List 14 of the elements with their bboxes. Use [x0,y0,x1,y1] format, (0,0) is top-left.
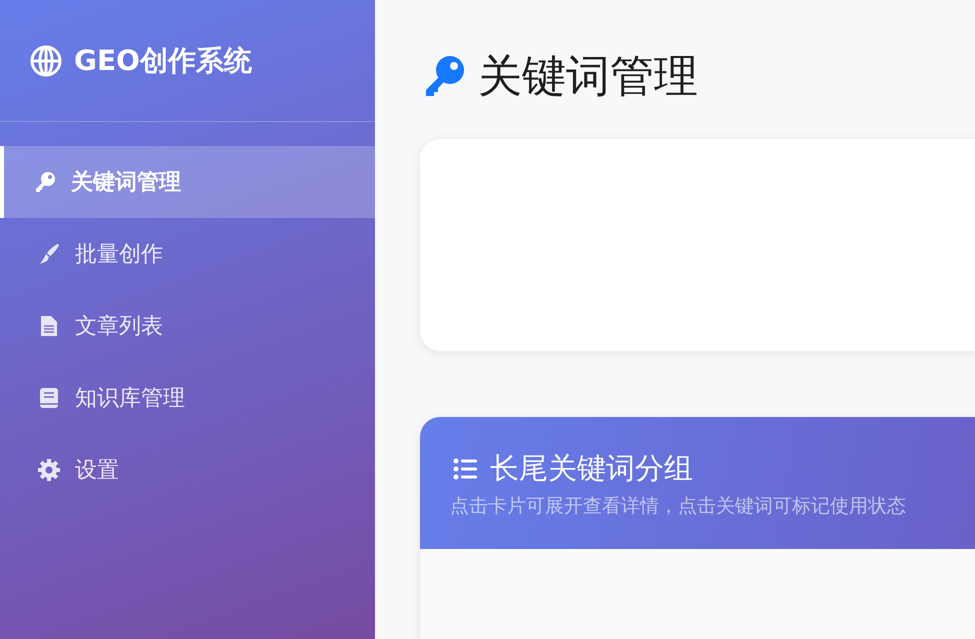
sidebar-item[interactable]: 知识库管理 [0,362,375,434]
globe-icon [30,44,62,76]
app-title: GEO创作系统 [74,42,252,78]
sidebar-item[interactable]: 文章列表 [0,290,375,362]
book-icon [37,386,61,410]
settings-icon [37,458,61,482]
sidebar-item[interactable]: 关键词管理 [0,146,375,218]
pen-icon [37,242,61,266]
panel-title: 长尾关键词分组 [490,450,693,487]
sidebar-item[interactable]: 批量创作 [0,218,375,290]
key-icon [33,170,57,194]
panel-subtitle: 点击卡片可展开查看详情，点击关键词可标记使用状态 [450,494,907,519]
page-title: 关键词管理 [478,50,698,104]
sidebar-item[interactable]: 设置 [0,434,375,506]
